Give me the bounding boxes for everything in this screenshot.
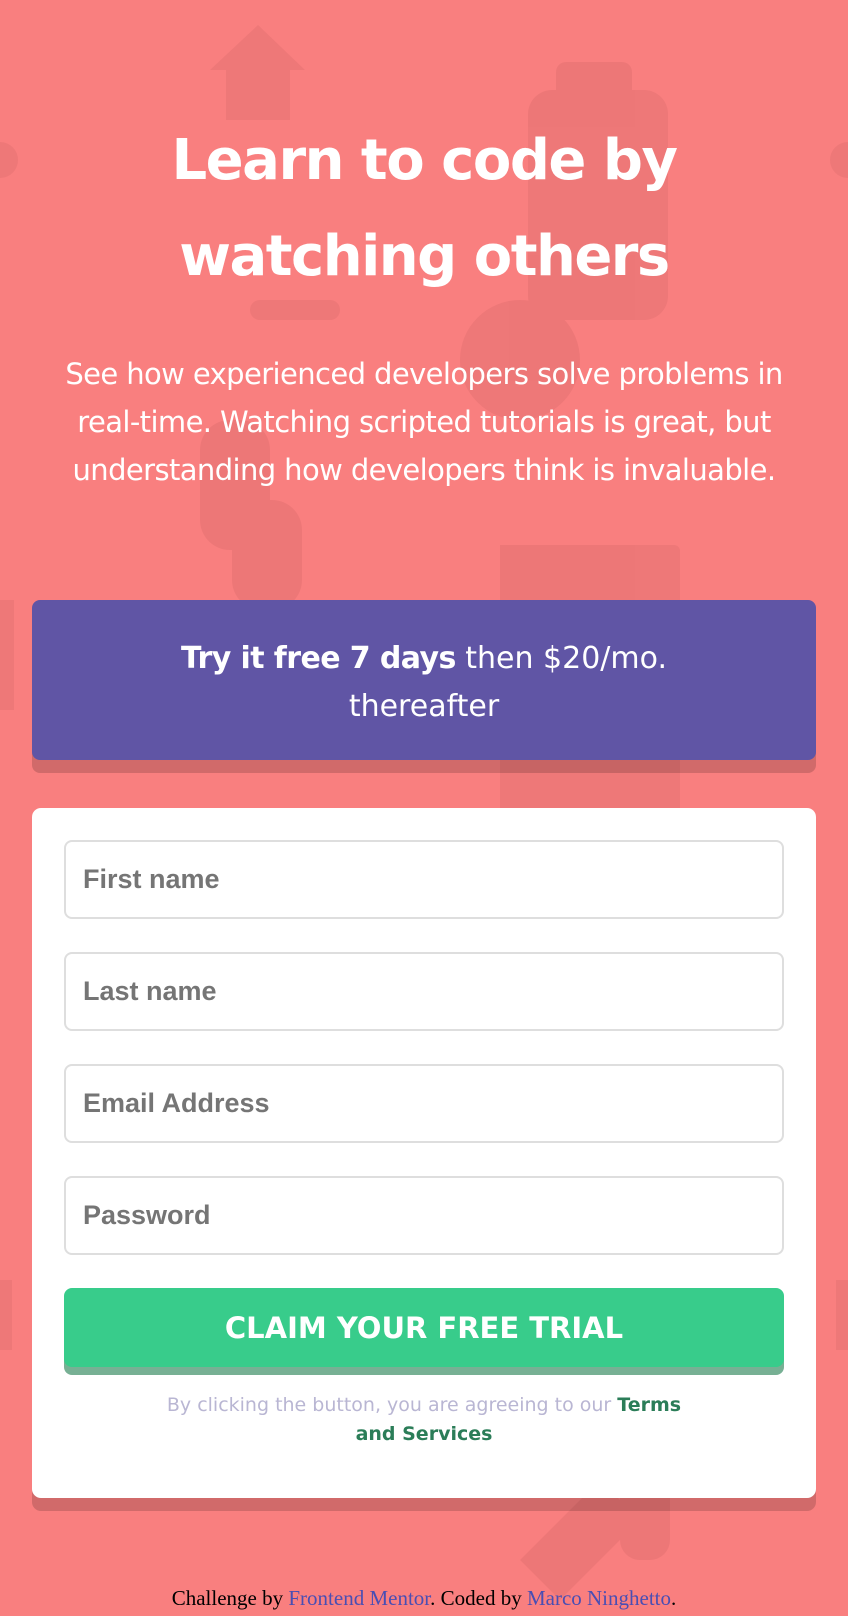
terms-notice: By clicking the button, you are agreeing… <box>64 1391 784 1449</box>
footer-suffix: . <box>671 1586 677 1610</box>
email-field[interactable] <box>64 1064 784 1143</box>
hero-description: See how experienced developers solve pro… <box>65 357 783 487</box>
offer-price: then $20/mo. <box>465 641 668 676</box>
offer-thereafter: thereafter <box>348 689 500 724</box>
page-title: Learn to code by watching others <box>32 113 816 305</box>
footer-prefix: Challenge by <box>171 1586 284 1610</box>
first-name-field[interactable] <box>64 840 784 919</box>
offer-highlight: Try it free 7 days <box>180 641 456 676</box>
last-name-field[interactable] <box>64 952 784 1031</box>
frontend-mentor-link[interactable]: Frontend Mentor <box>288 1586 430 1610</box>
signup-form: CLAIM YOUR FREE TRIAL By clicking the bu… <box>32 808 816 1498</box>
password-field[interactable] <box>64 1176 784 1255</box>
page-title-line-2: watching others <box>179 224 670 289</box>
hero-section: Learn to code by watching others See how… <box>32 0 816 494</box>
attribution-footer: Challenge by Frontend Mentor. Coded by M… <box>0 1586 848 1611</box>
page-title-line-1: Learn to code by <box>171 128 679 193</box>
author-link[interactable]: Marco Ninghetto <box>527 1586 671 1610</box>
terms-prefix: By clicking the button, you are agreeing… <box>166 1394 612 1416</box>
footer-middle: . Coded by <box>430 1586 522 1610</box>
page-container: Learn to code by watching others See how… <box>0 0 848 1498</box>
trial-offer-banner: Try it free 7 days then $20/mo. thereaft… <box>32 600 816 760</box>
claim-free-trial-button[interactable]: CLAIM YOUR FREE TRIAL <box>64 1288 784 1367</box>
